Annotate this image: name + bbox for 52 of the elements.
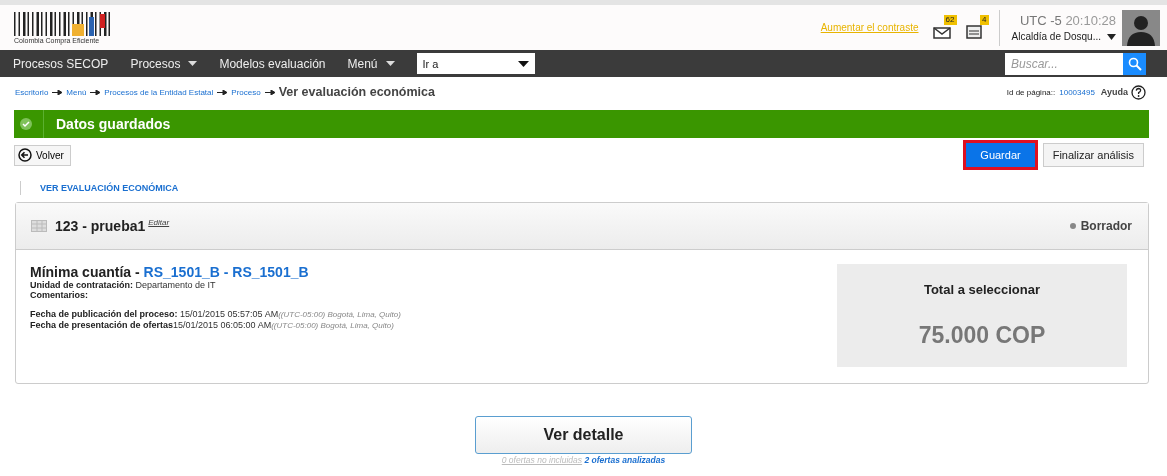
- nav-menu-item[interactable]: Procesos: [130, 56, 198, 71]
- back-button[interactable]: Volver: [14, 144, 71, 166]
- status-dot-icon: [1069, 223, 1076, 229]
- breadcrumb-link[interactable]: Menú: [66, 87, 87, 97]
- breadcrumb-link[interactable]: Proceso: [231, 87, 261, 97]
- clock-time: 20:10:28: [1065, 13, 1116, 28]
- total-amount: 75.000 COP: [918, 321, 1046, 349]
- check-icon: [20, 118, 32, 130]
- caret-icon[interactable]: [188, 61, 198, 66]
- document-icon[interactable]: [964, 22, 985, 39]
- status-label: Borrador: [1080, 219, 1132, 233]
- caret-icon[interactable]: [517, 60, 529, 67]
- back-arrow-icon: [18, 148, 32, 162]
- entity-dropdown[interactable]: Alcaldía de Dosqu...: [1011, 31, 1116, 42]
- detail-line: Unidad de contratación: Departamento de IT: [30, 280, 217, 290]
- process-heading: Mínima cuantía - RS_1501_B - RS_1501_B: [30, 264, 310, 280]
- finish-button[interactable]: Finalizar análisis: [1042, 143, 1144, 167]
- date-line: Fecha de publicación del proceso: 15/01/2015 05:57:05 AM((UTC-05:00) Bogotá, Lima, Quito): [30, 309, 401, 320]
- nav-menu-item[interactable]: Modelos evaluación: [219, 56, 326, 71]
- search-field[interactable]: Buscar...: [1005, 52, 1123, 75]
- detail-line: Comentarios:: [30, 290, 89, 300]
- save-button[interactable]: Guardar: [966, 143, 1035, 167]
- page-title: Ver evaluación económica: [278, 85, 435, 99]
- arrow-icon: [264, 89, 275, 95]
- detail-button[interactable]: Ver detalle: [475, 416, 692, 454]
- banner-text: Datos guardados: [43, 110, 171, 138]
- avatar-icon[interactable]: [1122, 9, 1160, 46]
- arrow-icon: [52, 89, 63, 95]
- breadcrumb-link[interactable]: Escritorio: [15, 87, 49, 97]
- card-title: 123 - prueba1: [55, 218, 146, 234]
- notification-count: 62: [943, 14, 957, 25]
- edit-link[interactable]: Editar: [148, 218, 170, 227]
- nav-menu-item[interactable]: Procesos SECOP: [13, 56, 109, 71]
- nav-menu-item[interactable]: Menú: [347, 56, 395, 71]
- arrow-icon: [90, 89, 101, 95]
- caret-icon[interactable]: [385, 61, 395, 66]
- caret-icon[interactable]: [1107, 33, 1116, 40]
- table-icon: [31, 220, 47, 232]
- page-id-link[interactable]: 10003495: [1059, 87, 1095, 97]
- date-line: Fecha de presentación de ofertas15/01/2015 06:05:00 AM((UTC-05:00) Bogotá, Lima, Quito): [30, 320, 395, 331]
- breadcrumb-link[interactable]: Procesos de la Entidad Estatal: [104, 87, 214, 97]
- total-label: Total a seleccionar: [923, 282, 1041, 298]
- page-id-label: Id de página::: [1006, 87, 1056, 97]
- section-title: VER EVALUACIÓN ECONÓMICA: [40, 183, 179, 193]
- arrow-icon: [217, 89, 228, 95]
- help-link[interactable]: Ayuda: [1100, 87, 1128, 97]
- help-icon[interactable]: [1131, 84, 1146, 100]
- search-button[interactable]: [1123, 52, 1146, 75]
- notification-count: 4: [980, 14, 989, 25]
- timezone: UTC -5: [1019, 13, 1062, 28]
- analyzed-offers-link[interactable]: 2 ofertas analizadas: [584, 455, 666, 465]
- goto-select[interactable]: Ir a: [416, 53, 535, 74]
